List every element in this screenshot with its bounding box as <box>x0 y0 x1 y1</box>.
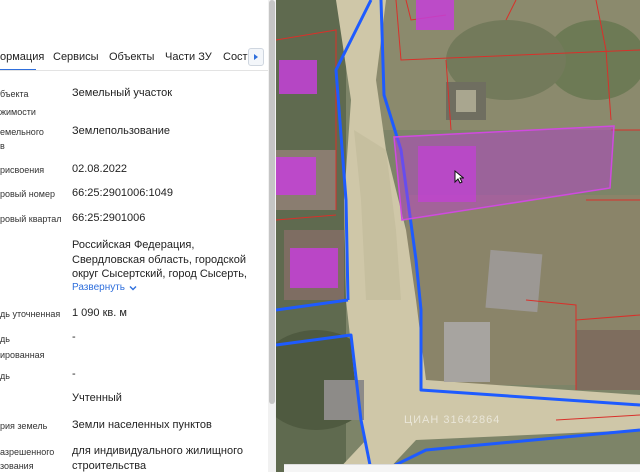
permitted-use-line: для индивидуального жилищного <box>72 445 244 457</box>
value-area: - <box>72 368 76 380</box>
label-area-declared: дь ированная <box>0 333 45 361</box>
label-area-specified: дь уточненная <box>0 309 61 319</box>
map-layer <box>276 0 640 472</box>
mouse-cursor-icon <box>454 170 464 184</box>
map-watermark: ЦИАН 31642864 <box>404 414 501 426</box>
tab-information[interactable]: ормация <box>0 44 44 70</box>
value-area-declared: - <box>72 331 76 343</box>
address-line: Российская Федерация, <box>72 239 195 251</box>
chevron-down-icon <box>129 285 137 290</box>
value-assignment-date: 02.08.2022 <box>72 163 128 175</box>
tab-services[interactable]: Сервисы <box>53 44 99 70</box>
label-land-category: рия земель <box>0 421 48 431</box>
label-cadastral-number: ровый номер <box>0 189 55 199</box>
map-bottom-bar <box>284 464 640 472</box>
scrollbar-thumb[interactable] <box>269 0 275 404</box>
label-line: ированная <box>0 350 45 360</box>
label-object-type: бъекта жимости <box>0 88 36 118</box>
value-object-type: Земельный участок <box>72 87 173 99</box>
label-line: зования <box>0 461 34 471</box>
tabs-divider <box>0 70 270 71</box>
panel-scrollbar[interactable] <box>268 0 276 472</box>
label-line: бъекта <box>0 89 29 99</box>
tabs-scroll-right-button[interactable] <box>248 48 264 66</box>
permitted-use-line: строительства <box>72 460 147 472</box>
tab-bar: ормация Сервисы Объекты Части ЗУ Соста <box>0 44 276 71</box>
label-line: азрешенного <box>0 447 55 457</box>
expand-address-link[interactable]: Развернуть <box>72 282 137 293</box>
label-permitted-use: азрешенного зования <box>0 446 54 472</box>
value-permitted-use: для индивидуального жилищного строительс… <box>72 444 243 472</box>
value-parcel-kind: Землепользование <box>72 125 171 137</box>
value-land-category: Земли населенных пунктов <box>72 419 212 431</box>
address-line: Свердловская область, городской <box>72 253 246 266</box>
value-address: Российская Федерация, Свердловская облас… <box>72 238 247 282</box>
tab-parcel-parts[interactable]: Части ЗУ <box>165 44 212 70</box>
tab-objects[interactable]: Объекты <box>109 44 154 70</box>
label-area: дь <box>0 371 10 381</box>
label-line: в <box>0 141 5 151</box>
satellite-map[interactable]: ЦИАН 31642864 <box>276 0 640 472</box>
value-area-specified: 1 090 кв. м <box>72 307 127 319</box>
value-status: Учтенный <box>72 392 122 404</box>
label-line: дь <box>0 334 10 344</box>
info-panel: ормация Сервисы Объекты Части ЗУ Соста б… <box>0 0 276 472</box>
label-parcel-kind: емельного в <box>0 126 44 152</box>
value-cadastral-number: 66:25:2901006:1049 <box>72 187 173 199</box>
label-assignment-date: рисвоения <box>0 165 45 175</box>
label-cadastral-quarter: ровый квартал <box>0 214 62 224</box>
chevron-right-icon <box>254 54 258 60</box>
expand-label: Развернуть <box>72 282 126 293</box>
label-line: емельного <box>0 127 44 137</box>
value-cadastral-quarter: 66:25:2901006 <box>72 212 146 224</box>
label-line: жимости <box>0 107 36 117</box>
address-line: округ Сысертский, город Сысерть, <box>72 268 247 280</box>
